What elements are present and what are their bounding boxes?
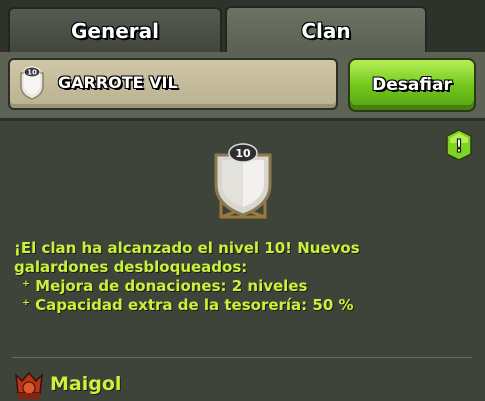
clan-content: ! 10 ¡El clan ha alcanzado el nivel 10! … — [0, 121, 485, 399]
member-rank-icon — [15, 371, 43, 399]
member-name: Maigol — [50, 373, 122, 395]
clan-header: 10 GARROTE VIL Desafiar — [0, 52, 485, 118]
clan-level-badge-icon: 10 — [214, 143, 272, 219]
tab-clan[interactable]: Clan — [225, 6, 427, 54]
clan-badge-level: 10 — [27, 69, 37, 77]
clan-name-field[interactable]: 10 GARROTE VIL — [8, 58, 338, 110]
tab-bar: General Clan — [0, 0, 485, 54]
clan-level-number: 10 — [235, 147, 251, 160]
level-up-message: ¡El clan ha alcanzado el nivel 10! Nuevo… — [14, 239, 474, 315]
message-line: ¡El clan ha alcanzado el nivel 10! Nuevo… — [14, 239, 360, 257]
message-line: galardones desbloqueados: — [14, 258, 248, 276]
perk-item-donations: ⁺ Mejora de donaciones: 2 niveles — [22, 277, 308, 295]
member-row[interactable]: Maigol — [12, 366, 472, 399]
challenge-button[interactable]: Desafiar — [348, 58, 476, 112]
content-divider — [12, 357, 472, 358]
tab-general[interactable]: General — [8, 7, 222, 53]
perk-item-treasury: ⁺ Capacidad extra de la tesorería: 50 % — [22, 296, 354, 314]
clan-badge-icon: 10 — [20, 66, 44, 100]
alert-icon[interactable]: ! — [446, 129, 472, 161]
alert-symbol: ! — [455, 136, 463, 157]
clan-name: GARROTE VIL — [58, 73, 178, 92]
